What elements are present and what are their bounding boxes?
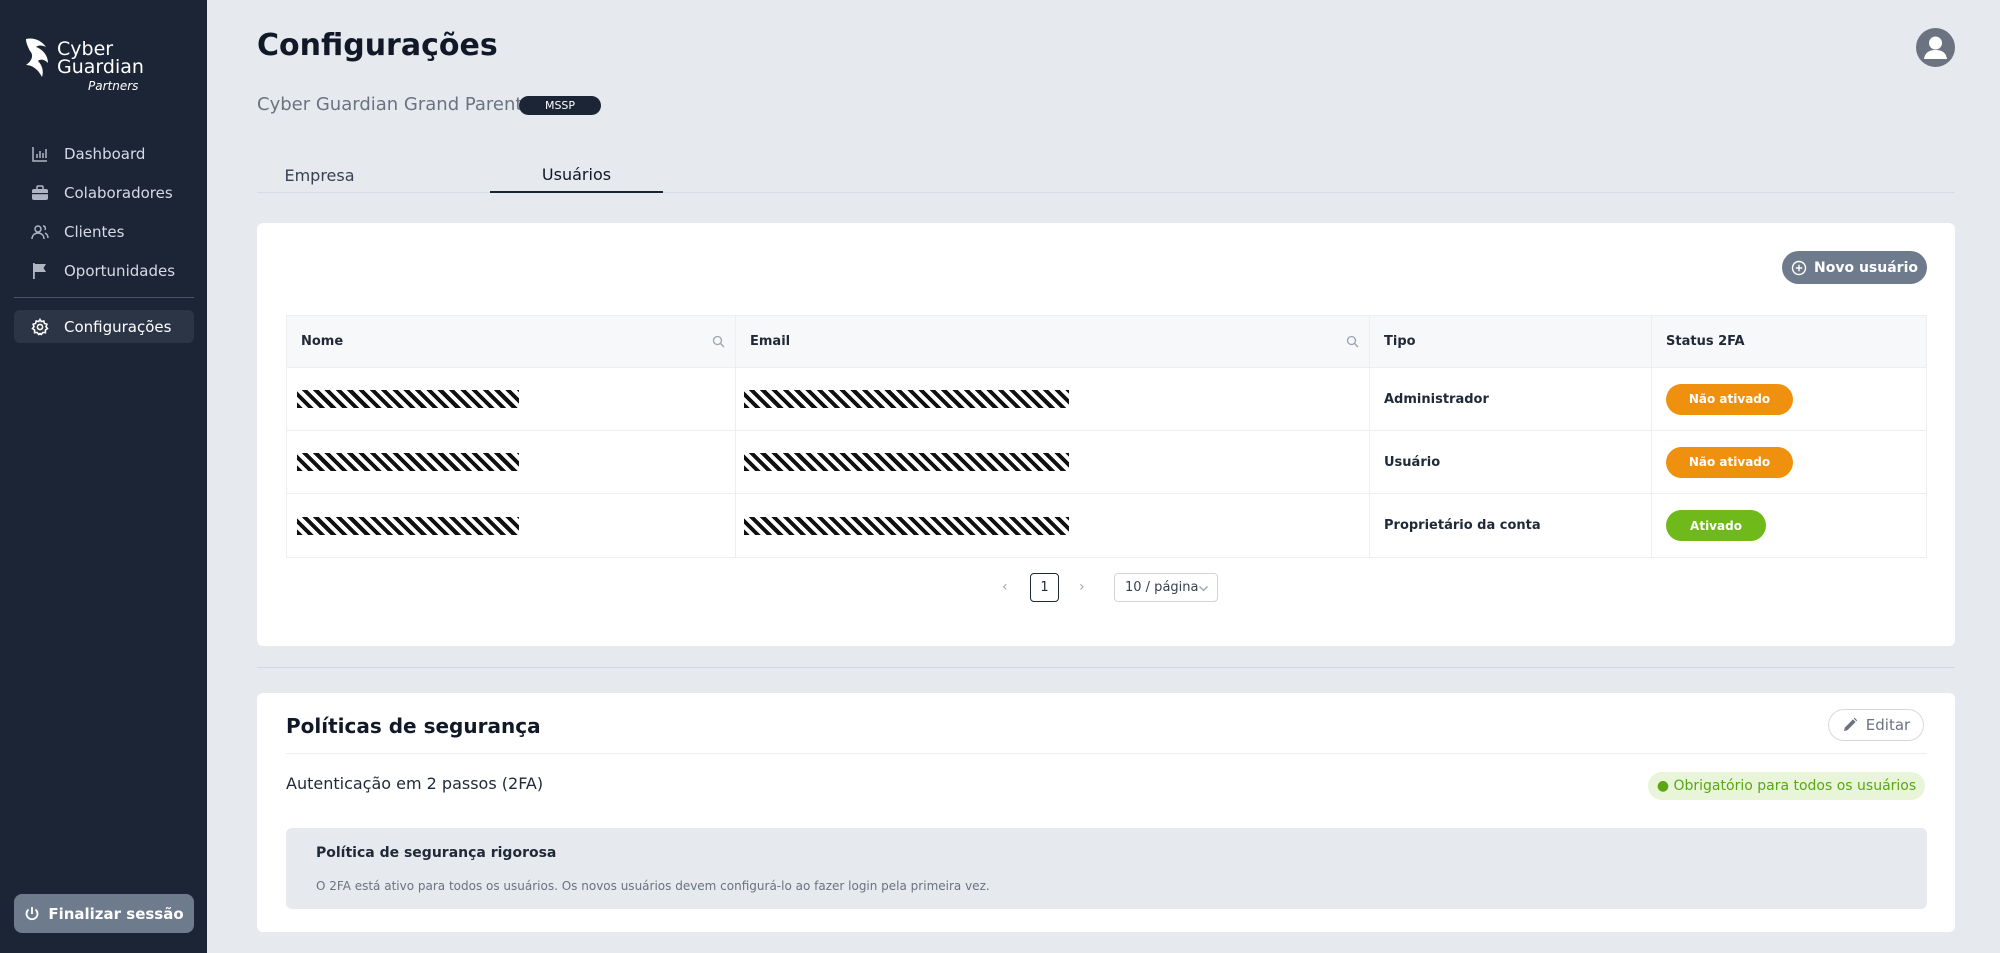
security-policies-card: Políticas de segurança Editar Autenticaç… bbox=[257, 693, 1955, 932]
redacted-name bbox=[297, 453, 519, 471]
page-size-select[interactable]: 10 / página bbox=[1114, 573, 1218, 602]
logout-button[interactable]: Finalizar sessão bbox=[14, 894, 194, 933]
new-user-button[interactable]: Novo usuário bbox=[1782, 251, 1927, 284]
gear-icon bbox=[30, 317, 50, 337]
column-label: Nome bbox=[301, 334, 344, 349]
pagination: ‹ 1 › 10 / página bbox=[257, 573, 1955, 603]
bar-chart-icon bbox=[30, 144, 50, 164]
column-header-email: Email bbox=[736, 316, 1370, 367]
sidebar-item-label: Oportunidades bbox=[64, 261, 176, 280]
table-row[interactable]: Administrador Não ativado bbox=[287, 368, 1926, 431]
status-cell: Não ativado bbox=[1652, 431, 1926, 493]
status-cell: Não ativado bbox=[1652, 368, 1926, 430]
sidebar-nav: Dashboard Colaboradores Clientes Oportun… bbox=[14, 137, 194, 293]
email-cell bbox=[736, 431, 1370, 493]
avatar[interactable] bbox=[1916, 28, 1955, 67]
name-cell bbox=[287, 494, 736, 557]
status-badge: Não ativado bbox=[1666, 383, 1793, 415]
redacted-email bbox=[744, 453, 1069, 471]
table-row[interactable]: Proprietário da conta Ativado bbox=[287, 494, 1926, 557]
next-page-icon[interactable]: › bbox=[1079, 579, 1085, 595]
brand-line-2: Guardian bbox=[57, 56, 144, 78]
strict-policy-box: Política de segurança rigorosa O 2FA est… bbox=[286, 828, 1927, 909]
users-table: Nome Email Tipo Status 2FA Administrador… bbox=[286, 315, 1927, 558]
tab-usuarios[interactable]: Usuários bbox=[490, 158, 663, 193]
status-badge: Não ativado bbox=[1666, 446, 1793, 478]
policies-title: Políticas de segurança bbox=[286, 714, 541, 738]
sidebar-item-dashboard[interactable]: Dashboard bbox=[14, 137, 194, 170]
column-label: Status 2FA bbox=[1666, 334, 1745, 349]
sidebar-item-label: Dashboard bbox=[64, 144, 146, 163]
users-card: Novo usuário Nome Email Tipo Status 2FA … bbox=[257, 223, 1955, 646]
sidebar-item-clientes[interactable]: Clientes bbox=[14, 215, 194, 248]
table-header: Nome Email Tipo Status 2FA bbox=[287, 316, 1926, 368]
chevron-down-icon bbox=[1199, 586, 1208, 592]
email-cell bbox=[736, 368, 1370, 430]
sidebar-item-configuracoes[interactable]: Configurações bbox=[14, 310, 194, 343]
brand-logo[interactable]: Cyber Guardian Partners bbox=[22, 35, 192, 95]
mssp-badge: MSSP bbox=[519, 96, 601, 115]
sidebar-item-label: Clientes bbox=[64, 222, 125, 241]
user-type: Administrador bbox=[1384, 391, 1489, 407]
sidebar: Cyber Guardian Partners Dashboard Colabo… bbox=[0, 0, 207, 953]
name-cell bbox=[287, 368, 736, 430]
eagle-logo-icon bbox=[26, 38, 48, 77]
sidebar-item-label: Colaboradores bbox=[64, 183, 173, 202]
redacted-name bbox=[297, 390, 519, 408]
column-header-tipo: Tipo bbox=[1370, 316, 1652, 367]
type-cell: Proprietário da conta bbox=[1370, 494, 1652, 557]
user-avatar-icon bbox=[1924, 36, 1947, 59]
power-icon bbox=[26, 906, 39, 920]
sidebar-item-label: Configurações bbox=[64, 317, 172, 336]
edit-label: Editar bbox=[1865, 716, 1911, 734]
column-header-nome: Nome bbox=[287, 316, 736, 367]
column-label: Tipo bbox=[1384, 334, 1416, 349]
column-header-status: Status 2FA bbox=[1652, 316, 1926, 367]
strict-policy-title: Política de segurança rigorosa bbox=[316, 845, 557, 861]
name-cell bbox=[287, 431, 736, 493]
redacted-email bbox=[744, 516, 1069, 535]
prev-page-icon[interactable]: ‹ bbox=[1002, 579, 1008, 595]
page-size-label: 10 / página bbox=[1125, 580, 1199, 595]
status-cell: Ativado bbox=[1652, 494, 1926, 557]
users-icon bbox=[30, 222, 50, 242]
strict-policy-text: O 2FA está ativo para todos os usuários.… bbox=[316, 879, 990, 893]
plus-circle-icon bbox=[1791, 260, 1807, 275]
tab-empresa[interactable]: Empresa bbox=[257, 158, 382, 193]
column-label: Email bbox=[750, 334, 791, 349]
email-cell bbox=[736, 494, 1370, 557]
logout-label: Finalizar sessão bbox=[48, 904, 184, 923]
settings-tabs: Empresa Usuários bbox=[257, 158, 1955, 193]
search-icon[interactable] bbox=[1346, 335, 1359, 348]
policies-divider bbox=[286, 753, 1927, 754]
table-row[interactable]: Usuário Não ativado bbox=[287, 431, 1926, 494]
new-user-label: Novo usuário bbox=[1814, 259, 1918, 276]
page-number[interactable]: 1 bbox=[1030, 573, 1059, 602]
section-divider bbox=[257, 667, 1955, 668]
redacted-email bbox=[744, 390, 1069, 408]
sidebar-divider bbox=[14, 297, 194, 298]
page-title: Configurações bbox=[257, 28, 498, 63]
pencil-icon bbox=[1843, 717, 1857, 731]
redacted-name bbox=[297, 516, 519, 535]
user-type: Proprietário da conta bbox=[1384, 518, 1541, 533]
sidebar-item-colaboradores[interactable]: Colaboradores bbox=[14, 176, 194, 209]
twofa-status-badge: ● Obrigatório para todos os usuários bbox=[1648, 772, 1925, 800]
company-name: Cyber Guardian Grand Parent bbox=[257, 94, 523, 115]
user-type: Usuário bbox=[1384, 454, 1441, 470]
status-badge: Ativado bbox=[1666, 510, 1766, 541]
flag-icon bbox=[30, 261, 50, 281]
sidebar-item-oportunidades[interactable]: Oportunidades bbox=[14, 254, 194, 287]
twofa-label: Autenticação em 2 passos (2FA) bbox=[286, 774, 544, 793]
briefcase-icon bbox=[30, 183, 50, 203]
brand-line-3: Partners bbox=[88, 79, 139, 93]
type-cell: Usuário bbox=[1370, 431, 1652, 493]
edit-button[interactable]: Editar bbox=[1828, 709, 1924, 741]
search-icon[interactable] bbox=[712, 335, 725, 348]
type-cell: Administrador bbox=[1370, 368, 1652, 430]
